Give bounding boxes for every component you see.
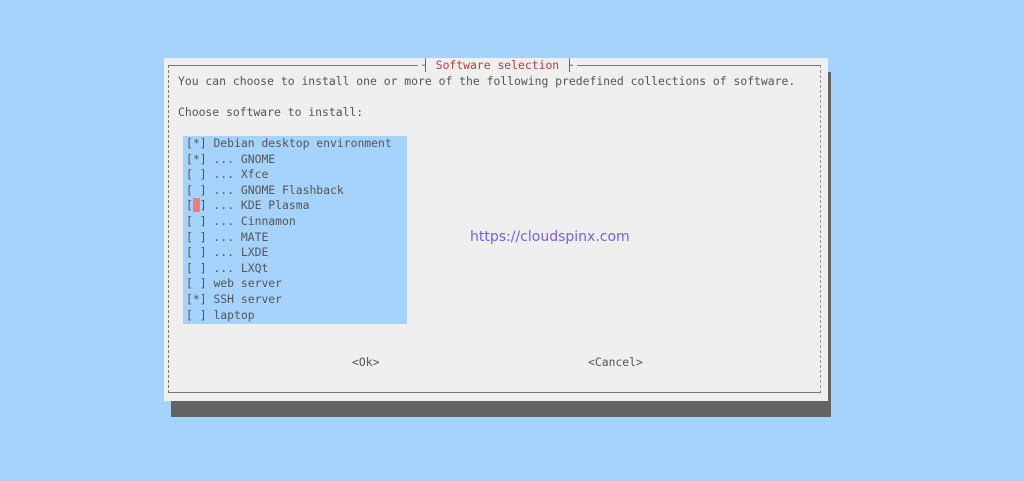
software-item-label: laptop: [213, 307, 255, 322]
software-item[interactable]: [ ] ... GNOME Flashback: [186, 183, 344, 199]
software-item-label: ... Cinnamon: [213, 214, 296, 228]
software-item-label: ... MATE: [213, 229, 269, 244]
software-item[interactable]: [ ] laptop: [186, 308, 255, 324]
watermark: https://cloudspinx.com: [470, 229, 630, 245]
checkbox[interactable]: [*]: [186, 136, 207, 150]
software-item-label: ... Xfce: [213, 167, 269, 182]
software-item[interactable]: [ ] ... MATE: [186, 230, 268, 246]
cancel-button[interactable]: <Cancel>: [588, 355, 643, 370]
software-item[interactable]: [*] Debian desktop environment: [186, 136, 392, 152]
dialog-title: Software selection: [418, 58, 577, 73]
software-item[interactable]: [ ] ... LXDE: [186, 245, 268, 261]
checkbox[interactable]: [ ]: [186, 276, 207, 290]
cursor: [192, 198, 200, 213]
software-item[interactable]: [ ] ... Xfce: [186, 167, 268, 183]
checkbox[interactable]: [ ]: [186, 245, 207, 259]
software-item[interactable]: [*] SSH server: [186, 292, 282, 308]
software-item-label: web server: [213, 276, 283, 291]
checkbox[interactable]: [ ]: [186, 167, 207, 181]
software-list[interactable]: [*] Debian desktop environment [*] ... GN…: [183, 136, 407, 324]
checkbox[interactable]: [*]: [186, 152, 207, 166]
ok-button[interactable]: <Ok>: [352, 355, 379, 370]
checkbox[interactable]: [ ]: [186, 230, 207, 244]
software-item[interactable]: [ ] ... LXQt: [186, 261, 268, 277]
checkbox[interactable]: [ ]: [186, 183, 207, 197]
checkbox[interactable]: [ ]: [186, 308, 207, 322]
checkbox[interactable]: [ ]: [186, 214, 207, 228]
software-item-label: SSH server: [213, 292, 283, 306]
software-item-label: ... GNOME Flashback: [213, 182, 344, 197]
software-item-label: ... GNOME: [213, 151, 276, 166]
software-item[interactable]: [ ] web server: [186, 276, 282, 292]
software-item[interactable]: [ ] ... KDE Plasma: [186, 198, 309, 214]
software-item-label: ... LXDE: [213, 245, 269, 260]
software-item-label: ... KDE Plasma: [213, 198, 310, 213]
checkbox[interactable]: [ ]: [186, 261, 207, 275]
software-item[interactable]: [ ] ... Cinnamon: [186, 214, 296, 230]
intro-text: You can choose to install one or more of…: [178, 74, 796, 88]
software-item[interactable]: [*] ... GNOME: [186, 152, 275, 168]
software-item-label: Debian desktop environment: [213, 136, 392, 150]
checkbox[interactable]: [*]: [186, 292, 207, 306]
checkbox[interactable]: [ ]: [186, 198, 207, 213]
prompt-text: Choose software to install:: [178, 105, 364, 119]
software-item-label: ... LXQt: [213, 260, 269, 275]
